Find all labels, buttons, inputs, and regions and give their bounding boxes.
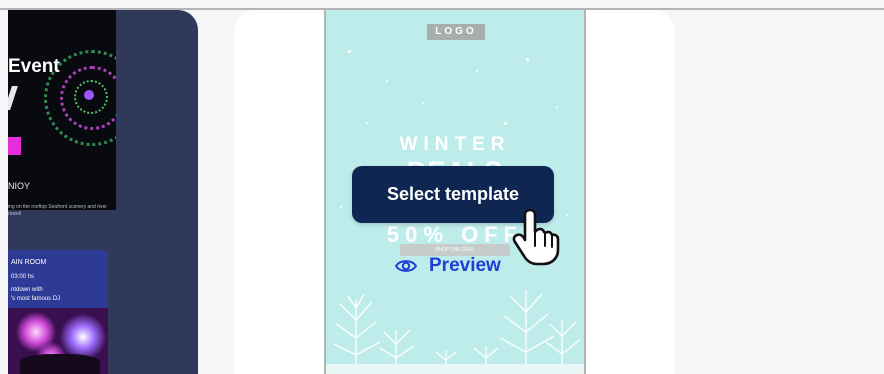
template-heading-winter: WINTER — [399, 134, 511, 155]
promo-text-line1: ntdown with — [11, 287, 43, 293]
promo-time: 03:00 hs — [11, 274, 35, 280]
promo-text-line2: 's most famous DJ — [11, 296, 61, 302]
event-cta-button — [8, 137, 21, 155]
concert-image — [8, 308, 108, 374]
template-card-event[interactable]: Event NIOY ing on the rooftop Seafront s… — [8, 10, 198, 374]
eye-icon — [395, 260, 417, 272]
fireworks-image — [8, 10, 116, 210]
hand-pointer-icon — [512, 208, 560, 266]
event-promo-block: AIN ROOM 03:00 hs ntdown with 's most fa… — [8, 250, 108, 374]
preview-label: Preview — [429, 255, 501, 276]
event-title: Event — [8, 56, 60, 77]
template-logo: LOGO — [427, 24, 485, 40]
promo-room: AIN ROOM — [11, 259, 47, 266]
event-date: NIOY — [8, 181, 31, 191]
event-description: ing on the rooftop Seafront scenery and … — [8, 204, 107, 217]
preview-link[interactable]: Preview — [395, 253, 501, 279]
